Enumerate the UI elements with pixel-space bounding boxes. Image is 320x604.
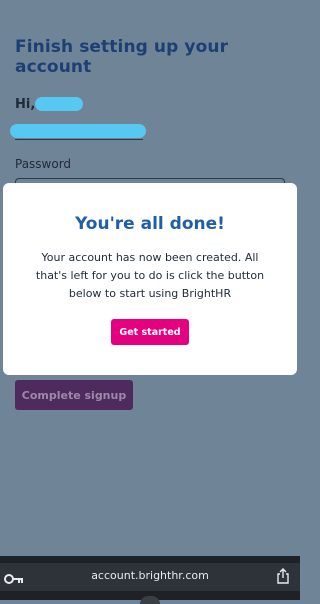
home-indicator (140, 596, 160, 604)
complete-signup-button[interactable]: Complete signup (15, 380, 133, 410)
password-label: Password (15, 157, 72, 171)
email-underline (15, 139, 143, 140)
redacted-name (35, 97, 83, 111)
get-started-button[interactable]: Get started (111, 319, 189, 345)
success-modal: You're all done! Your account has now be… (3, 183, 297, 375)
modal-title: You're all done! (75, 214, 225, 234)
greeting-text: Hi, (15, 97, 36, 112)
share-icon[interactable] (276, 568, 290, 584)
page-title: Finish setting up your account (15, 37, 229, 77)
url-text[interactable]: account.brighthr.com (0, 569, 300, 582)
modal-body-text: Your account has now been created. All t… (35, 251, 265, 300)
redacted-email (10, 124, 146, 138)
